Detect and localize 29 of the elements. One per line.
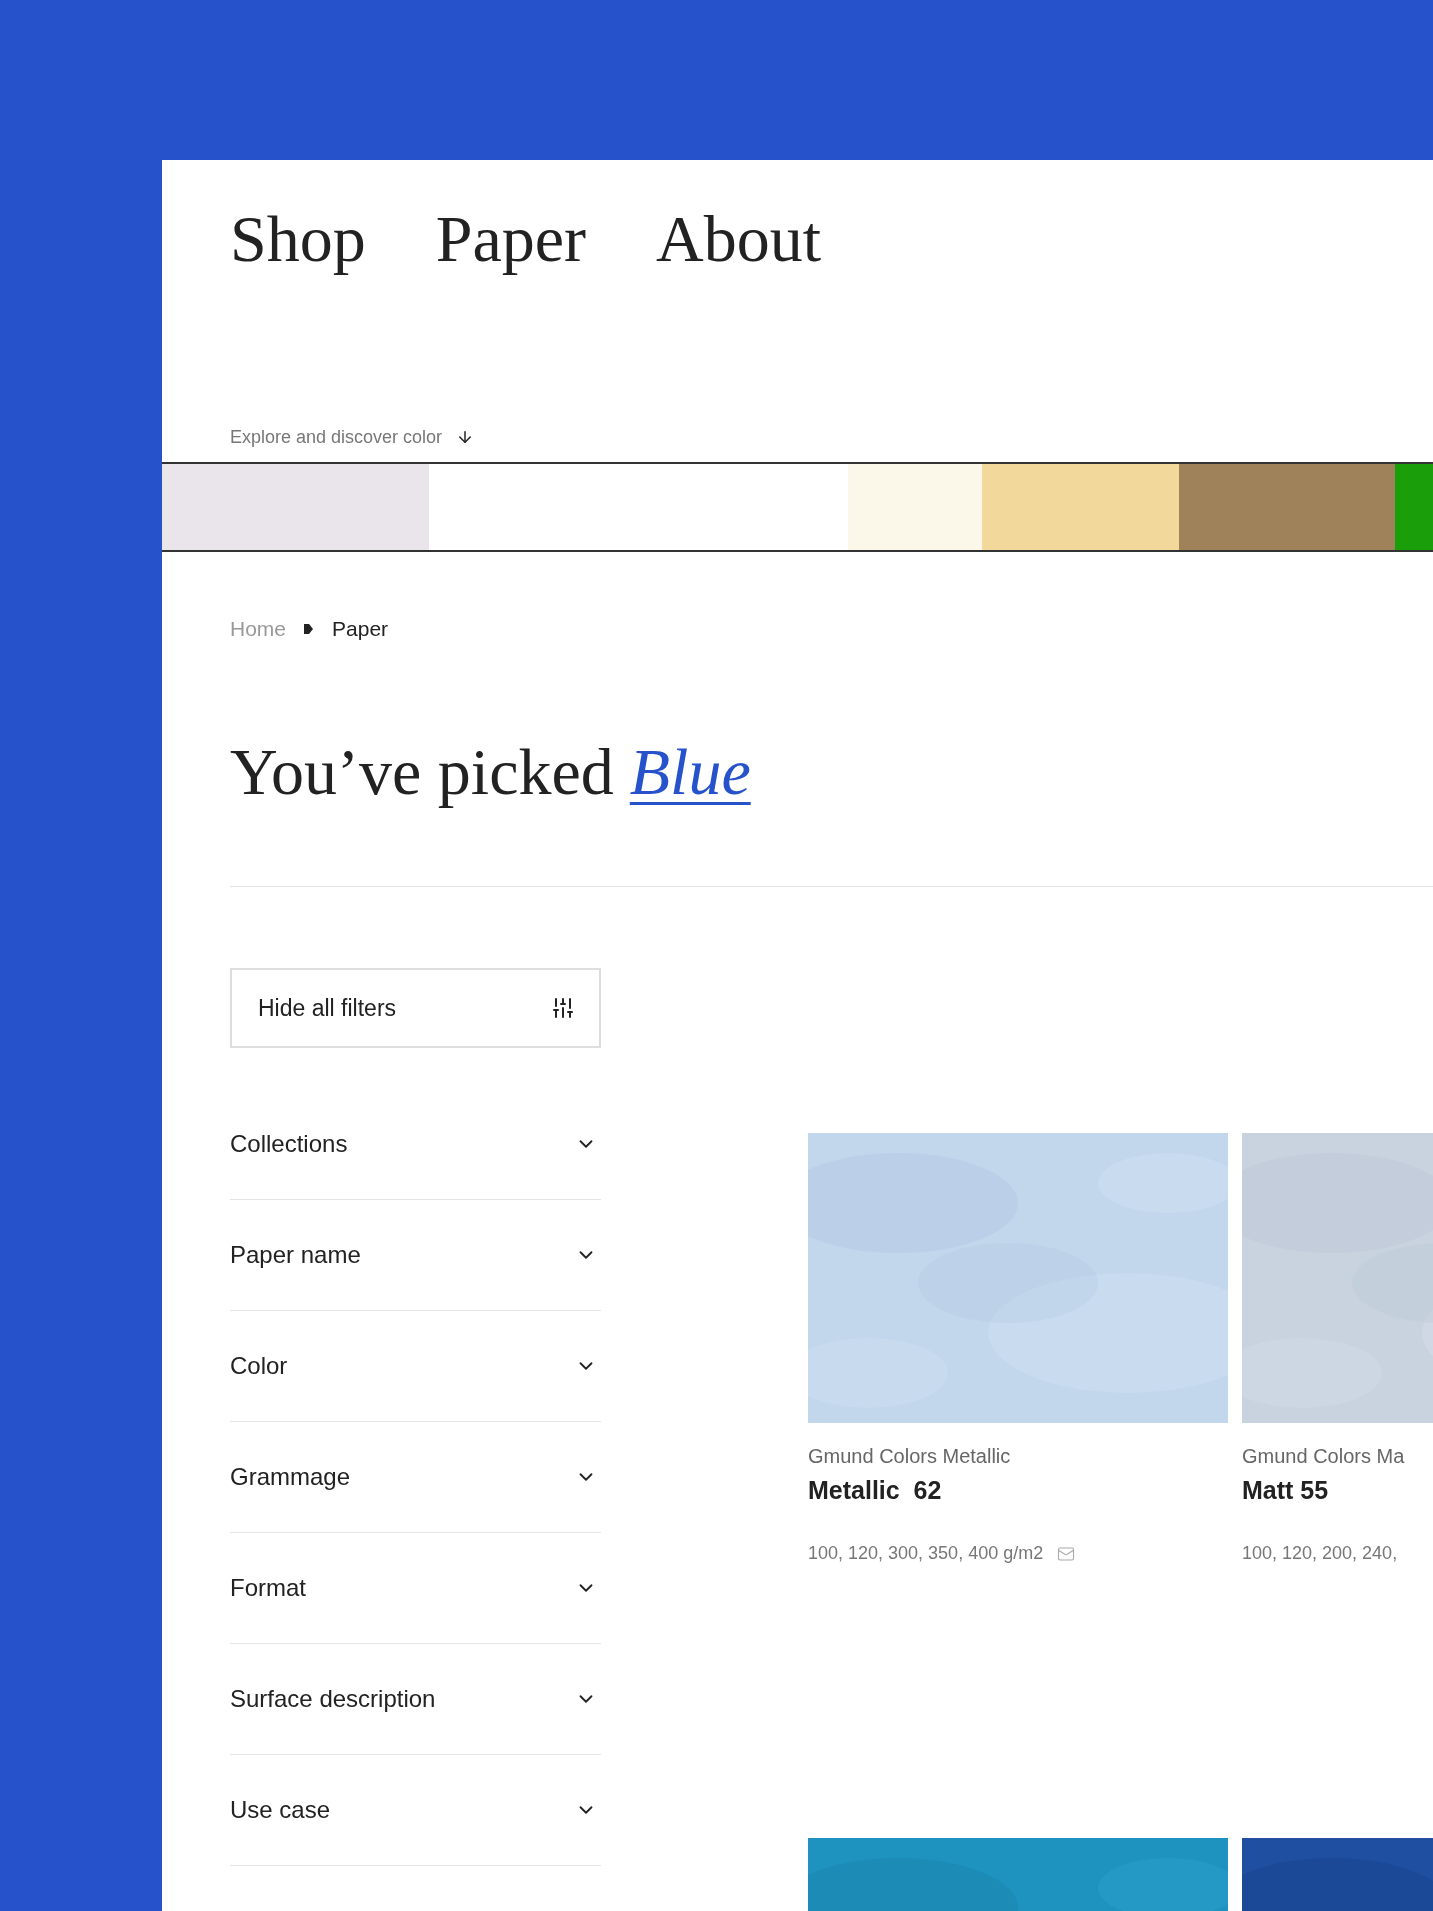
filter-toggle[interactable]: Format <box>230 1533 601 1644</box>
filter-toggle[interactable]: Paper name <box>230 1200 601 1311</box>
filter-toggle[interactable]: Collections <box>230 1089 601 1200</box>
nav-link[interactable]: Paper <box>435 198 586 320</box>
picked-color-link[interactable]: Blue <box>629 734 751 810</box>
page-heading: You’ve picked <box>230 734 614 810</box>
product-name[interactable]: Metallic 62 <box>808 1476 1228 1505</box>
explore-label: Explore and discover color <box>230 426 443 448</box>
color-swatch[interactable] <box>162 464 429 550</box>
filter-toggle[interactable]: Color <box>230 1311 601 1422</box>
product-name[interactable]: Matt 55 <box>1242 1476 1433 1505</box>
filter-toggle[interactable]: Grammage <box>230 1422 601 1533</box>
sliders-icon <box>551 996 575 1020</box>
mail-icon[interactable] <box>1057 1544 1076 1563</box>
color-swatch[interactable] <box>981 464 1179 550</box>
collection-name: Gmund Colors Metallic <box>808 1445 1012 1468</box>
filter-toggle[interactable]: Use case <box>230 1755 601 1866</box>
filter-toggle[interactable]: Surface description <box>230 1644 601 1755</box>
grammage-list: 100, 120, 200, 240, <box>1242 1543 1398 1564</box>
breadcrumb-link[interactable]: Paper <box>332 617 389 641</box>
nav-link[interactable]: Shop <box>230 198 366 320</box>
color-swatch[interactable] <box>1394 464 1433 550</box>
hide-filters-button[interactable]: Hide all filters <box>230 968 601 1048</box>
nav-link[interactable]: About <box>656 198 821 320</box>
breadcrumb-separator-icon <box>304 623 315 635</box>
collection-name: Gmund Colors Ma <box>1242 1445 1406 1468</box>
color-swatch[interactable] <box>848 464 982 550</box>
color-swatch[interactable] <box>1178 464 1395 550</box>
grammage-list: 100, 120, 300, 350, 400 g/m2 <box>808 1543 1044 1564</box>
